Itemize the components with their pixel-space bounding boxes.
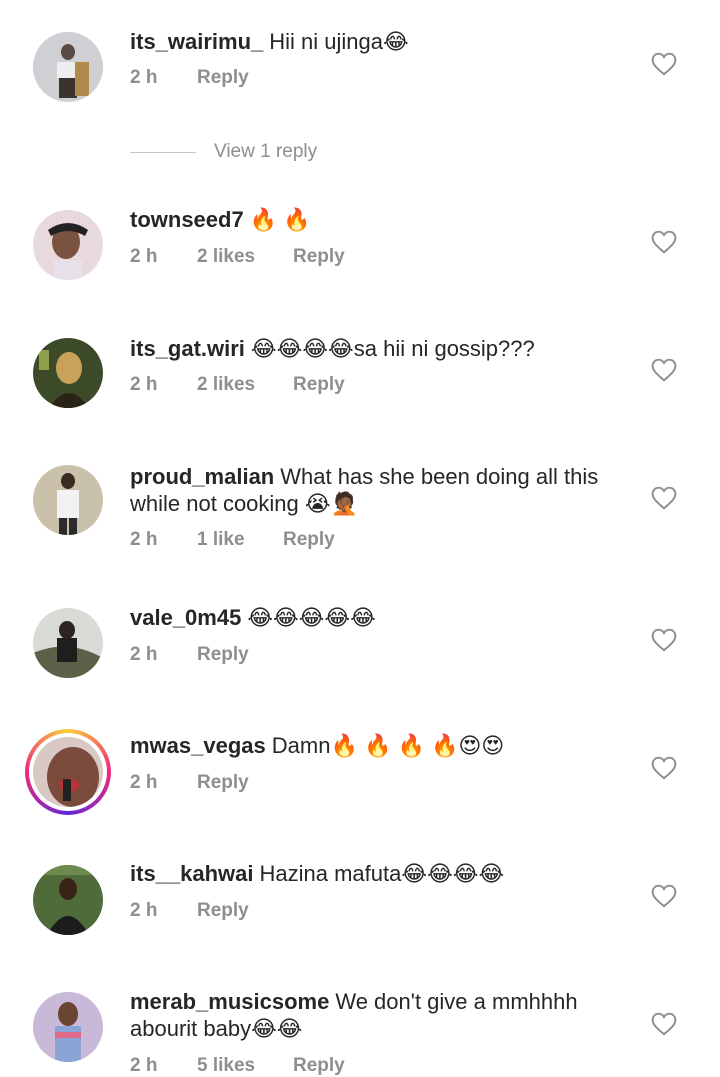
likes-count[interactable]: 1 like (197, 529, 283, 551)
likes-count[interactable]: 2 likes (197, 246, 293, 268)
avatar[interactable] (33, 865, 103, 935)
comment-meta: 2 h 2 likes Reply (130, 374, 345, 396)
heart-outline-icon[interactable] (651, 628, 677, 652)
reply-button[interactable]: Reply (293, 246, 345, 268)
timestamp: 2 h (130, 529, 158, 550)
avatar[interactable] (33, 992, 103, 1062)
username-link[interactable]: its_wairimu_ (130, 29, 263, 54)
comment-body: 🔥 🔥 (249, 207, 311, 232)
comment-text: mwas_vegas Damn🔥 🔥 🔥 🔥😍😍 (130, 732, 630, 759)
comment-text: merab_musicsome We don't give a mmhhhh ab… (130, 988, 630, 1042)
comment-meta: 2 h 5 likes Reply (130, 1055, 345, 1077)
timestamp: 2 h (130, 374, 158, 395)
reply-button[interactable]: Reply (197, 644, 249, 666)
reply-button[interactable]: Reply (197, 900, 249, 922)
heart-outline-icon[interactable] (651, 230, 677, 254)
comment-body: Hii ni ujinga😂 (269, 29, 409, 54)
heart-outline-icon[interactable] (651, 756, 677, 780)
avatar[interactable] (33, 32, 103, 102)
timestamp: 2 h (130, 67, 158, 88)
reply-button[interactable]: Reply (293, 1055, 345, 1077)
timestamp: 2 h (130, 1055, 158, 1076)
likes-count[interactable]: 2 likes (197, 374, 293, 396)
reply-button[interactable]: Reply (293, 374, 345, 396)
comment-body: Damn🔥 🔥 🔥 🔥😍😍 (271, 733, 505, 758)
avatar[interactable] (33, 210, 103, 280)
comment-text: proud_malian What has she been doing all … (130, 463, 630, 517)
heart-outline-icon[interactable] (651, 884, 677, 908)
comment-meta: 2 h Reply (130, 67, 249, 89)
reply-button[interactable]: Reply (197, 772, 249, 794)
timestamp: 2 h (130, 900, 158, 921)
username-link[interactable]: vale_0m45 (130, 605, 241, 630)
username-link[interactable]: proud_malian (130, 464, 274, 489)
comment-text: its_wairimu_ Hii ni ujinga😂 (130, 28, 630, 55)
story-ring-avatar[interactable] (25, 729, 111, 815)
timestamp: 2 h (130, 644, 158, 665)
timestamp: 2 h (130, 246, 158, 267)
heart-outline-icon[interactable] (651, 486, 677, 510)
comment-meta: 2 h 1 like Reply (130, 529, 335, 551)
comment-body: 😂😂😂😂sa hii ni gossip??? (250, 336, 535, 361)
avatar (33, 737, 103, 807)
comment-meta: 2 h Reply (130, 772, 249, 794)
heart-outline-icon[interactable] (651, 358, 677, 382)
username-link[interactable]: its_gat.wiri (130, 336, 245, 361)
comment-text: its__kahwai Hazina mafuta😂😂😂😂 (130, 860, 630, 887)
divider-line (130, 151, 196, 153)
timestamp: 2 h (130, 772, 158, 793)
username-link[interactable]: townseed7 (130, 207, 244, 232)
reply-button[interactable]: Reply (197, 67, 249, 89)
comment-text: its_gat.wiri 😂😂😂😂sa hii ni gossip??? (130, 335, 630, 362)
avatar[interactable] (33, 608, 103, 678)
username-link[interactable]: mwas_vegas (130, 733, 266, 758)
reply-button[interactable]: Reply (283, 529, 335, 551)
heart-outline-icon[interactable] (651, 1012, 677, 1036)
comment-text: vale_0m45 😂😂😂😂😂 (130, 604, 630, 631)
comment-meta: 2 h 2 likes Reply (130, 246, 345, 268)
comment-text: townseed7 🔥 🔥 (130, 206, 630, 233)
username-link[interactable]: merab_musicsome (130, 989, 329, 1014)
username-link[interactable]: its__kahwai (130, 861, 254, 886)
avatar[interactable] (33, 338, 103, 408)
likes-count[interactable]: 5 likes (197, 1055, 293, 1077)
view-replies-label: View 1 reply (214, 141, 318, 162)
comment-meta: 2 h Reply (130, 644, 249, 666)
comment-body: 😂😂😂😂😂 (247, 605, 376, 630)
comment-meta: 2 h Reply (130, 900, 249, 922)
comment-body: Hazina mafuta😂😂😂😂 (259, 861, 505, 886)
heart-outline-icon[interactable] (651, 52, 677, 76)
view-replies-button[interactable]: View 1 reply (130, 141, 317, 163)
avatar[interactable] (33, 465, 103, 535)
